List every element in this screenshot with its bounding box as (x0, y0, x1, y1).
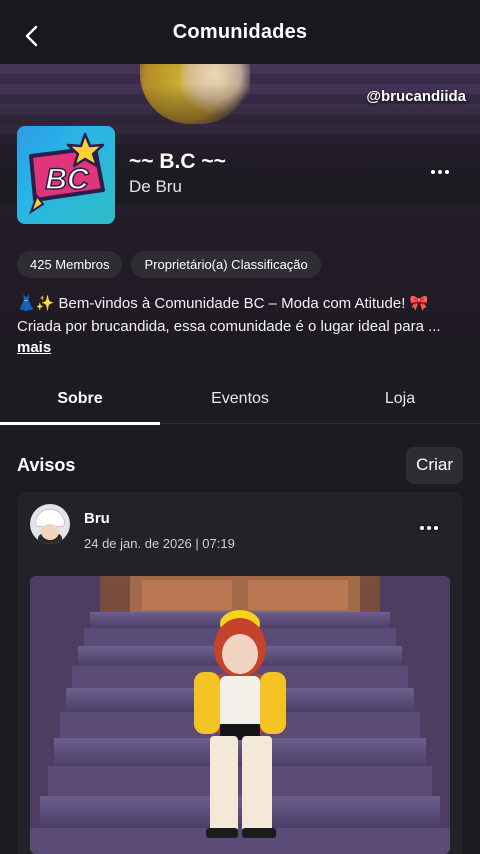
owner-rank-chip[interactable]: Proprietário(a) Classificação (131, 251, 321, 278)
description-line: 👗✨ Bem-vindos à Comunidade BC – Moda com… (17, 295, 429, 312)
announcement-post: Bru 24 de jan. de 2026 | 07:19 (17, 492, 463, 854)
announcements-title: Avisos (17, 454, 76, 475)
ellipsis-icon (431, 170, 449, 174)
post-date: 24 de jan. de 2026 | 07:19 (84, 536, 235, 551)
community-owner: De Bru (129, 177, 182, 196)
tab-bar: Sobre Eventos Loja (0, 374, 480, 425)
see-more-link[interactable]: mais (17, 339, 51, 356)
announcements-header: Avisos Criar (17, 446, 463, 484)
post-image-illustration (30, 576, 450, 854)
community-logo: BC (17, 126, 115, 224)
tab-eventos[interactable]: Eventos (160, 374, 320, 424)
description-line: Criada por brucandida, essa comunidade é… (17, 318, 441, 335)
post-author[interactable]: Bru (84, 510, 110, 527)
tab-loja[interactable]: Loja (320, 374, 480, 424)
logo-text: BC (45, 163, 90, 196)
community-chips: 425 Membros Proprietário(a) Classificaçã… (17, 251, 321, 278)
banner-watermark: @brucandiida (366, 88, 466, 105)
back-button[interactable] (18, 22, 46, 50)
create-button[interactable]: Criar (406, 446, 463, 484)
community-name: ~~ B.C ~~ (129, 150, 226, 173)
avatar[interactable] (30, 504, 70, 544)
members-chip[interactable]: 425 Membros (17, 251, 123, 278)
page-title: Comunidades (172, 20, 308, 43)
community-more-button[interactable] (428, 160, 452, 184)
ellipsis-icon (420, 526, 438, 530)
tab-sobre[interactable]: Sobre (0, 374, 160, 425)
chevron-left-icon (25, 25, 38, 47)
post-image[interactable] (30, 576, 450, 854)
top-bar: Comunidades (0, 0, 480, 64)
post-more-button[interactable] (417, 516, 441, 540)
community-description: 👗✨ Bem-vindos à Comunidade BC – Moda com… (17, 292, 467, 338)
